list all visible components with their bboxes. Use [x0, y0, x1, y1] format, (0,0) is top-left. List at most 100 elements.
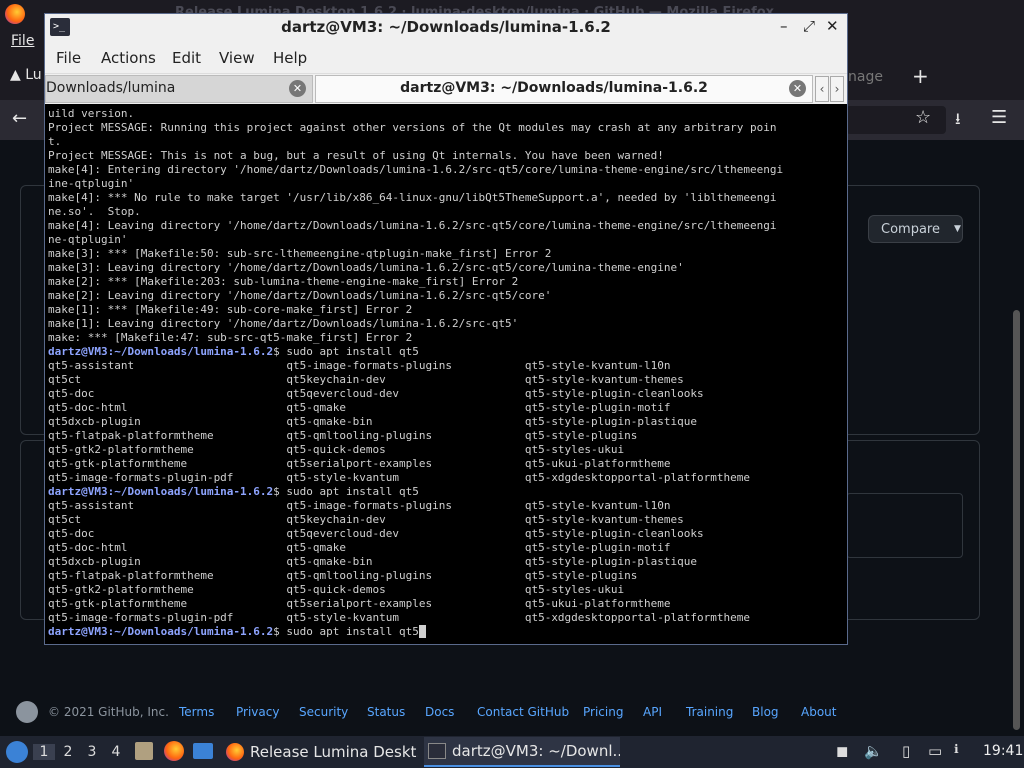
footer-link-blog[interactable]: Blog	[752, 705, 779, 719]
shell-prompt: dartz@VM3:~/Downloads/lumina-1.6.2	[48, 485, 274, 498]
terminal-output[interactable]: uild version. Project MESSAGE: Running t…	[46, 106, 846, 644]
output-line: ne-qtplugin'	[48, 233, 128, 246]
close-button[interactable]: ✕	[826, 17, 839, 35]
completion-row: qt5-assistant qt5-image-formats-plugins …	[48, 359, 671, 372]
footer-link-api[interactable]: API	[643, 705, 662, 719]
tab-scroll-right-icon[interactable]: ›	[830, 76, 844, 102]
terminal-menubar	[45, 42, 847, 74]
completion-row: qt5dxcb-plugin qt5-qmake-bin qt5-style-p…	[48, 415, 698, 428]
footer-link-training[interactable]: Training	[686, 705, 733, 719]
output-line: make: *** [Makefile:47: sub-src-qt5-make…	[48, 331, 413, 344]
output-line: Project MESSAGE: This is not a bug, but …	[48, 149, 664, 162]
footer-link-docs[interactable]: Docs	[425, 705, 454, 719]
new-tab-button[interactable]: +	[912, 64, 929, 88]
github-logo-icon[interactable]	[16, 701, 38, 723]
firefox-tab-2[interactable]: nage	[848, 69, 883, 85]
output-line: make[1]: Leaving directory '/home/dartz/…	[48, 317, 519, 330]
text-cursor	[418, 625, 426, 638]
start-menu-icon[interactable]	[6, 741, 28, 763]
back-arrow-icon[interactable]: ←	[12, 108, 27, 129]
workspace-1[interactable]: 1	[33, 744, 55, 760]
maximize-button[interactable]: ⤢	[803, 17, 815, 35]
footer-copyright: © 2021 GitHub, Inc.	[48, 705, 169, 719]
completion-row: qt5-assistant qt5-image-formats-plugins …	[48, 499, 671, 512]
output-line: make[4]: Leaving directory '/home/dartz/…	[48, 219, 777, 232]
workspace-4[interactable]: 4	[105, 744, 127, 760]
clock: 19:41	[983, 743, 1024, 759]
footer-link-contact-github[interactable]: Contact GitHub	[477, 705, 569, 719]
show-desktop-icon[interactable]	[193, 743, 213, 759]
output-line: make[4]: Entering directory '/home/dartz…	[48, 163, 784, 176]
firefox-tab-label: Lu	[25, 67, 42, 83]
tab-scroll-left-icon[interactable]: ‹	[815, 76, 829, 102]
terminal-text: uild version. Project MESSAGE: Running t…	[48, 107, 783, 639]
footer-link-pricing[interactable]: Pricing	[583, 705, 623, 719]
minimize-button[interactable]: –	[780, 17, 788, 35]
completion-row: qt5ct qt5keychain-dev qt5-style-kvantum-…	[48, 373, 684, 386]
output-line: make[3]: Leaving directory '/home/dartz/…	[48, 261, 684, 274]
firefox-tab[interactable]: ▲ Lu	[10, 67, 42, 83]
file-manager-icon[interactable]	[135, 742, 153, 760]
monitor-icon[interactable]: ◼	[836, 742, 848, 760]
menu-file[interactable]: File	[56, 49, 81, 67]
output-line: make[2]: *** [Makefile:203: sub-lumina-t…	[48, 275, 519, 288]
compare-label: Compare	[881, 221, 940, 237]
completion-row: qt5-doc qt5qevercloud-dev qt5-style-plug…	[48, 387, 704, 400]
hamburger-menu-icon[interactable]: ☰	[991, 107, 1007, 128]
output-line: make[2]: Leaving directory '/home/dartz/…	[48, 289, 552, 302]
output-line: ne.so'. Stop.	[48, 205, 141, 218]
footer-link-status[interactable]: Status	[367, 705, 405, 719]
shell-command: $ sudo apt install qt5	[273, 485, 419, 498]
menu-help[interactable]: Help	[273, 49, 307, 67]
download-icon[interactable]: ⭳	[955, 108, 961, 135]
caret-down-icon: ▼	[953, 224, 961, 234]
output-line: uild version.	[48, 107, 135, 120]
taskbar-firefox-task[interactable]: Release Lumina Deskt...	[222, 737, 418, 767]
compare-button[interactable]: Compare ▼	[868, 215, 963, 243]
workspace-2[interactable]: 2	[57, 744, 79, 760]
network-icon[interactable]: ▭	[928, 742, 942, 760]
firefox-launcher-icon[interactable]	[164, 741, 184, 761]
footer-link-about[interactable]: About	[801, 705, 836, 719]
terminal-icon	[428, 743, 446, 759]
shell-command: $ sudo apt install qt5	[273, 625, 419, 638]
tab-close-icon[interactable]: ✕	[789, 80, 806, 97]
clipboard-icon[interactable]: ▯	[902, 742, 910, 760]
completion-row: qt5-doc-html qt5-qmake qt5-style-plugin-…	[48, 541, 671, 554]
asset-row-box	[846, 493, 963, 558]
notification-icon[interactable]: ℹ	[954, 742, 959, 756]
workspace-3[interactable]: 3	[81, 744, 103, 760]
completion-row: qt5-gtk2-platformtheme qt5-quick-demos q…	[48, 443, 625, 456]
completion-row: qt5-gtk2-platformtheme qt5-quick-demos q…	[48, 583, 625, 596]
footer-link-security[interactable]: Security	[299, 705, 348, 719]
volume-icon[interactable]: 🔈	[864, 742, 883, 760]
bookmark-star-icon[interactable]: ☆	[915, 107, 931, 128]
firefox-tab-icon: ▲	[10, 67, 26, 83]
terminal-tab-1-label: Downloads/lumina	[46, 80, 176, 96]
menu-edit[interactable]: Edit	[172, 49, 201, 67]
taskbar-terminal-task[interactable]: dartz@VM3: ~/Downl...	[424, 737, 620, 767]
output-line: make[3]: *** [Makefile:50: sub-src-lthem…	[48, 247, 552, 260]
completion-row: qt5-doc qt5qevercloud-dev qt5-style-plug…	[48, 527, 704, 540]
output-line: Project MESSAGE: Running this project ag…	[48, 121, 777, 134]
output-line: t.	[48, 135, 62, 148]
completion-row: qt5-gtk-platformtheme qt5serialport-exam…	[48, 457, 671, 470]
footer-link-privacy[interactable]: Privacy	[236, 705, 279, 719]
page-scrollbar[interactable]	[1013, 310, 1020, 730]
shell-command: $ sudo apt install qt5	[273, 345, 419, 358]
firefox-icon	[226, 743, 244, 761]
shell-prompt: dartz@VM3:~/Downloads/lumina-1.6.2	[48, 625, 274, 638]
completion-row: qt5-flatpak-platformtheme qt5-qmltooling…	[48, 429, 638, 442]
menu-actions[interactable]: Actions	[101, 49, 156, 67]
output-line: make[1]: *** [Makefile:49: sub-core-make…	[48, 303, 413, 316]
tab-close-icon[interactable]: ✕	[289, 80, 306, 97]
completion-row: qt5-image-formats-plugin-pdf qt5-style-k…	[48, 471, 750, 484]
footer-link-terms[interactable]: Terms	[179, 705, 214, 719]
prompt-line: dartz@VM3:~/Downloads/lumina-1.6.2$ sudo…	[48, 345, 419, 358]
completion-row: qt5-image-formats-plugin-pdf qt5-style-k…	[48, 611, 750, 624]
taskbar-task-label: Release Lumina Deskt...	[250, 743, 418, 761]
completion-row: qt5-gtk-platformtheme qt5serialport-exam…	[48, 597, 671, 610]
taskbar-task-label: dartz@VM3: ~/Downl...	[452, 742, 620, 760]
completion-row: qt5-flatpak-platformtheme qt5-qmltooling…	[48, 569, 638, 582]
menu-view[interactable]: View	[219, 49, 255, 67]
